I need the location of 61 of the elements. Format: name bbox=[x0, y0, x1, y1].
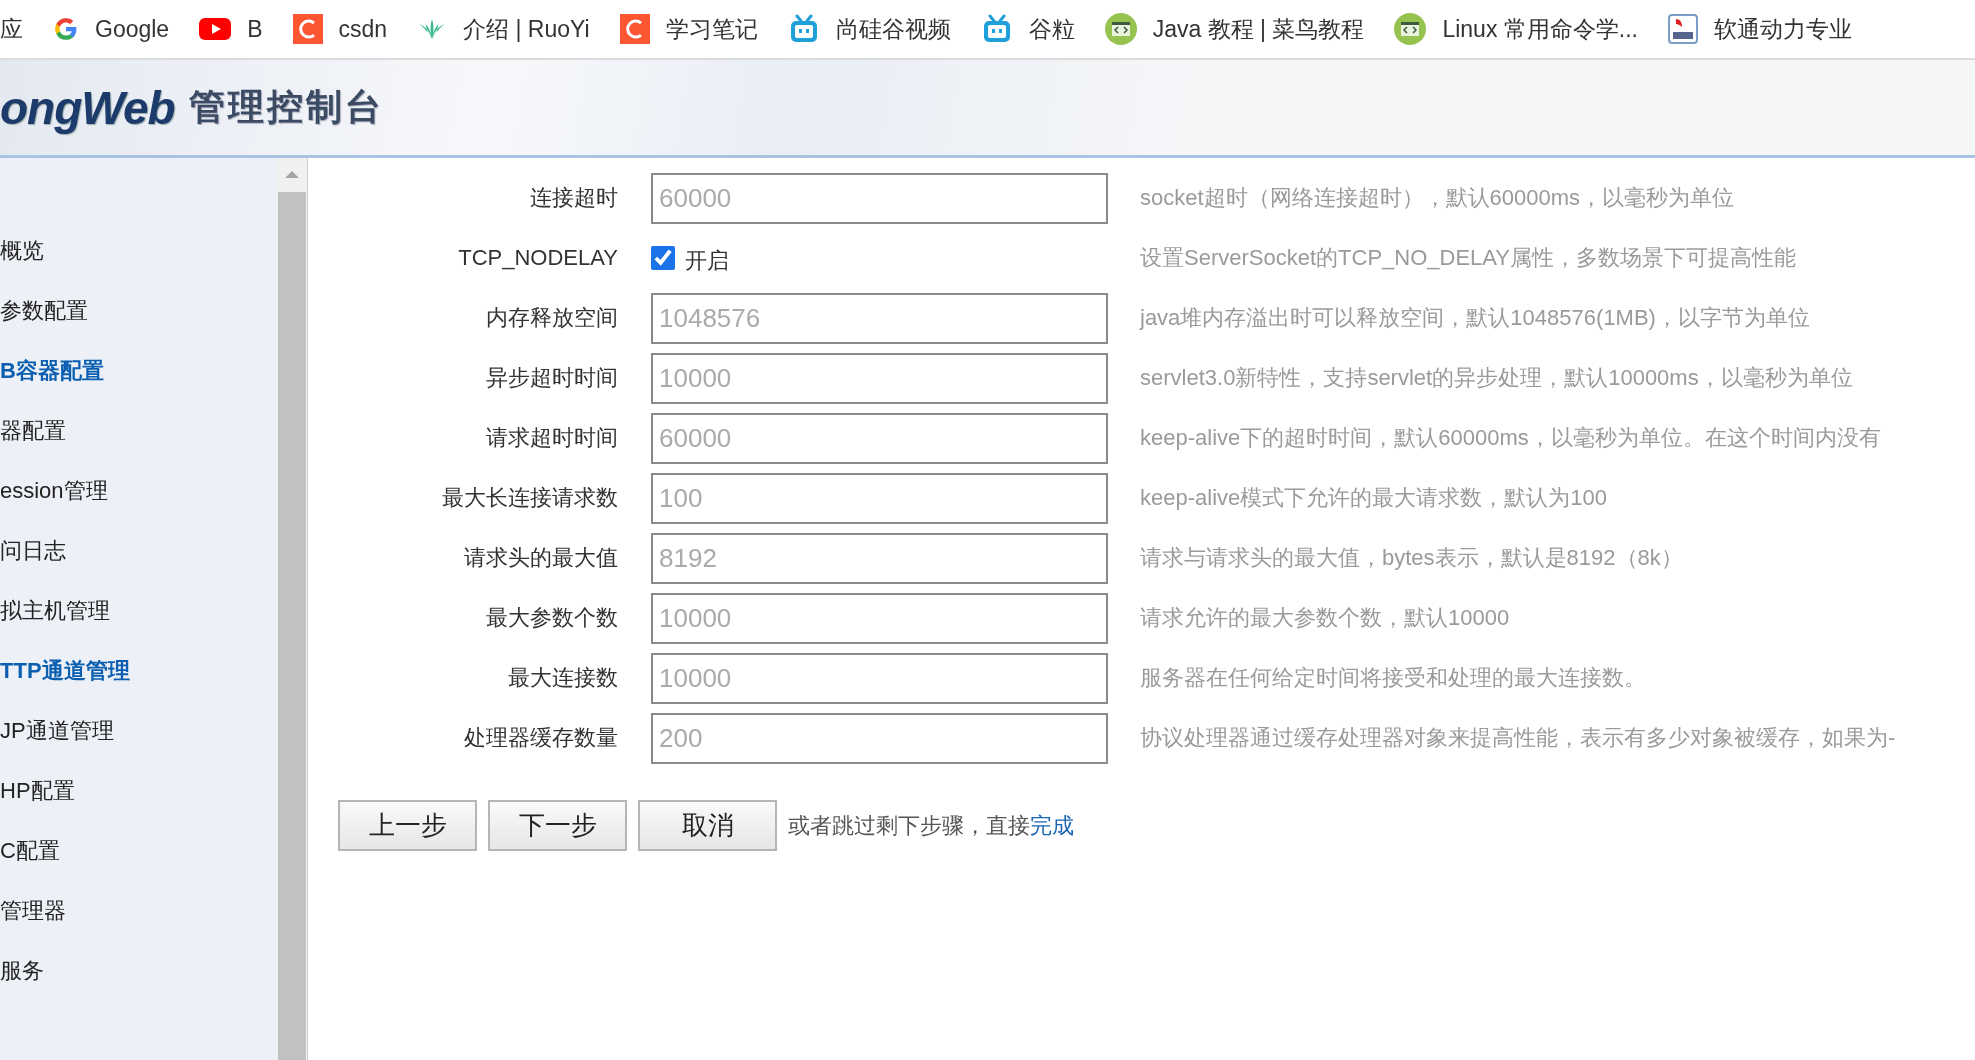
nav-item[interactable]: 管理器 bbox=[0, 896, 277, 956]
bookmark[interactable]: 学习笔记 bbox=[619, 13, 758, 45]
field-hint: 请求允许的最大参数个数，默认10000 bbox=[1140, 604, 1510, 632]
logo: ongWeb bbox=[0, 80, 175, 135]
nav-item[interactable]: ession管理 bbox=[0, 476, 277, 536]
code-icon bbox=[1394, 13, 1427, 45]
skip-note: 或者跳过剩下步骤，直接完成 bbox=[788, 811, 1074, 840]
nav-item[interactable]: 器配置 bbox=[0, 416, 277, 476]
field-hint: servlet3.0新特性，支持servlet的异步处理，默认10000ms，以毫秒为单位 bbox=[1140, 364, 1853, 392]
bookmark[interactable]: 应 bbox=[0, 13, 23, 45]
field-hint: 设置ServerSocket的TCP_NO_DELAY属性，多数场景下可提高性能 bbox=[1140, 244, 1797, 272]
nav-item[interactable]: HP配置 bbox=[0, 776, 277, 836]
field-hint: keep-alive下的超时时间，默认60000ms，以毫秒为单位。在这个时间内没有 bbox=[1140, 424, 1881, 452]
scrollbar[interactable] bbox=[277, 158, 307, 1060]
bookmark[interactable]: csdn bbox=[292, 14, 388, 44]
bookmark[interactable]: Google bbox=[53, 15, 170, 43]
app-title: 管理控制台 bbox=[188, 85, 384, 129]
nav-item[interactable]: C配置 bbox=[0, 836, 277, 896]
code-icon bbox=[1104, 13, 1137, 45]
bookmark[interactable]: Java 教程 | 菜鸟教程 bbox=[1104, 13, 1365, 45]
field-hint: java堆内存溢出时可以释放空间，默认1048576(1MB)，以字节为单位 bbox=[1140, 304, 1810, 332]
field-label: 请求头的最大值 bbox=[463, 544, 618, 572]
field-hint: socket超时（网络连接超时），默认60000ms，以毫秒为单位 bbox=[1140, 184, 1735, 212]
field-hint: 服务器在任何给定时间将接受和处理的最大连接数。 bbox=[1140, 664, 1646, 692]
step-button[interactable]: 上一步 bbox=[338, 800, 477, 851]
google-icon bbox=[53, 16, 79, 42]
nav-item[interactable]: 拟主机管理 bbox=[0, 596, 277, 656]
field-label: 请求超时时间 bbox=[485, 424, 618, 452]
bookmark[interactable]: 介绍 | RuoYi bbox=[417, 13, 590, 45]
field-label: 异步超时时间 bbox=[485, 364, 618, 392]
field-label: 连接超时 bbox=[529, 184, 618, 212]
psa-icon bbox=[1667, 14, 1698, 44]
field-label: 处理器缓存数量 bbox=[463, 724, 618, 752]
bookmark[interactable]: 软通动力专业 bbox=[1667, 13, 1852, 45]
step-button[interactable]: 取消 bbox=[638, 800, 777, 851]
finish-link[interactable]: 完成 bbox=[1030, 812, 1074, 838]
nav-item[interactable]: 参数配置 bbox=[0, 296, 277, 356]
nav-item[interactable]: 服务 bbox=[0, 956, 277, 1016]
field-label: 最大连接数 bbox=[507, 664, 618, 692]
field-label: 最大长连接请求数 bbox=[441, 484, 618, 512]
field-label: 最大参数个数 bbox=[485, 604, 618, 632]
nav-section[interactable]: B容器配置 bbox=[0, 356, 277, 416]
step-button[interactable]: 下一步 bbox=[488, 800, 627, 851]
field-label: TCP_NODELAY bbox=[457, 245, 618, 271]
bookmark[interactable]: 尚硅谷视频 bbox=[787, 13, 951, 45]
nav-item[interactable]: JP通道管理 bbox=[0, 716, 277, 776]
field-hint: 请求与请求头的最大值，bytes表示，默认是8192（8k） bbox=[1140, 544, 1683, 572]
nav-item[interactable]: 问日志 bbox=[0, 536, 277, 596]
play-icon bbox=[199, 17, 232, 41]
nav-item[interactable]: 概览 bbox=[0, 236, 277, 296]
bookmark[interactable]: B bbox=[199, 15, 263, 43]
field-label: 内存释放空间 bbox=[485, 304, 618, 332]
checkbox-label: 开启 bbox=[685, 247, 729, 275]
field-hint: keep-alive模式下允许的最大请求数，默认为100 bbox=[1140, 484, 1607, 512]
checkbox[interactable] bbox=[651, 246, 675, 270]
letter-c-icon bbox=[619, 14, 650, 44]
letter-c-icon bbox=[292, 14, 323, 44]
field-hint: 协议处理器通过缓存处理器对象来提高性能，表示有多少对象被缓存，如果为- bbox=[1140, 724, 1896, 752]
bookmark[interactable]: 谷粒 bbox=[980, 13, 1075, 45]
nav-section[interactable]: TTP通道管理 bbox=[0, 656, 277, 716]
bookmark[interactable]: Linux 常用命令学... bbox=[1394, 13, 1638, 45]
